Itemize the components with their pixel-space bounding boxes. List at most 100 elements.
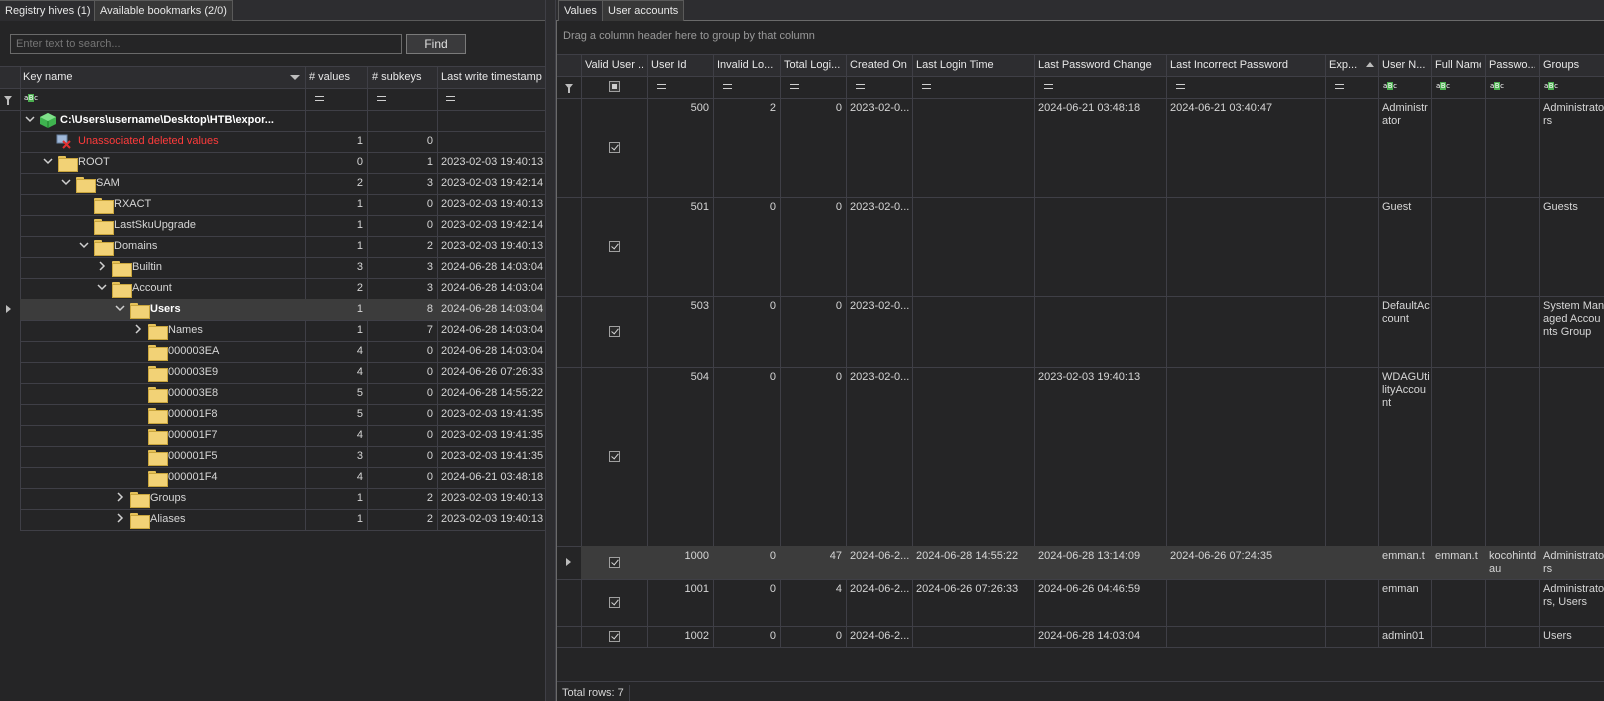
- valid-user-checkbox[interactable]: [609, 451, 620, 462]
- folder-icon: [148, 345, 168, 361]
- values-count: 1: [356, 198, 363, 210]
- key-name: Unassociated deleted values: [78, 135, 219, 147]
- column-filter-dropdown-icon[interactable]: [290, 75, 300, 80]
- tab-registry-hives[interactable]: Registry hives (1): [0, 0, 97, 21]
- equals-filter-icon[interactable]: [446, 96, 455, 101]
- col-header[interactable]: Last Password Change: [1038, 54, 1162, 76]
- last-write-timestamp: 2023-02-03 19:40:13: [441, 198, 544, 210]
- text-filter-icon[interactable]: aBc: [24, 94, 38, 103]
- equals-filter-icon[interactable]: [377, 96, 386, 101]
- user-id: 1002: [684, 630, 709, 642]
- created-on: 2024-06-2...: [850, 630, 910, 642]
- key-name: Users: [150, 303, 181, 315]
- grid-line: [0, 88, 545, 89]
- last-login-time: 2024-06-28 14:55:22: [916, 550, 1019, 562]
- chevron-right-icon[interactable]: [132, 324, 144, 336]
- subkeys-count: 0: [426, 219, 433, 231]
- row-indicator-icon: [6, 305, 11, 313]
- chevron-right-icon[interactable]: [114, 513, 126, 525]
- col-header[interactable]: Last Login Time: [916, 54, 1030, 76]
- total-logins: 0: [835, 630, 842, 642]
- chevron-down-icon[interactable]: [60, 177, 72, 189]
- values-count: 1: [356, 135, 363, 147]
- table-row[interactable]: [581, 367, 1604, 546]
- equals-filter-icon[interactable]: [856, 84, 865, 89]
- col-timestamp[interactable]: Last write timestamp: [441, 66, 542, 88]
- chevron-right-icon[interactable]: [114, 492, 126, 504]
- filter-icon: [565, 84, 573, 93]
- col-header[interactable]: Full Name: [1435, 54, 1481, 76]
- user-name: admin01: [1382, 630, 1425, 642]
- chevron-down-icon[interactable]: [78, 240, 90, 252]
- equals-filter-icon[interactable]: [315, 96, 324, 101]
- find-button[interactable]: Find: [406, 34, 466, 54]
- col-header[interactable]: User N...: [1382, 54, 1427, 76]
- valid-user-checkbox[interactable]: [609, 241, 620, 252]
- last-write-timestamp: 2023-02-03 19:40:13: [441, 156, 544, 168]
- equals-filter-icon[interactable]: [790, 84, 799, 89]
- key-name: C:\Users\username\Desktop\HTB\expor...: [60, 114, 274, 126]
- tab-available-bookmarks[interactable]: Available bookmarks (2/0): [94, 0, 233, 21]
- values-count: 1: [356, 492, 363, 504]
- col-subkeys[interactable]: # subkeys: [372, 66, 422, 88]
- chevron-down-icon[interactable]: [114, 303, 126, 315]
- valid-user-checkbox[interactable]: [609, 631, 620, 642]
- chevron-down-icon[interactable]: [24, 114, 36, 126]
- text-filter-icon[interactable]: aBc: [1544, 82, 1558, 91]
- values-count: 5: [356, 387, 363, 399]
- hive-cube-icon: [40, 113, 56, 128]
- text-filter-icon[interactable]: aBc: [1436, 82, 1450, 91]
- grid-line: [557, 76, 1604, 77]
- subkeys-count: 3: [426, 282, 433, 294]
- panel-splitter[interactable]: [545, 0, 556, 701]
- col-values[interactable]: # values: [309, 66, 350, 88]
- chevron-right-icon[interactable]: [96, 261, 108, 273]
- registry-hives-panel: Registry hives (1) Available bookmarks (…: [0, 0, 545, 701]
- deleted-values-icon: [56, 134, 72, 149]
- text-filter-icon[interactable]: aBc: [1383, 82, 1397, 91]
- tab-values[interactable]: Values: [558, 0, 603, 21]
- col-header[interactable]: Created On: [850, 54, 908, 76]
- col-header[interactable]: Total Logi...: [784, 54, 842, 76]
- last-write-timestamp: 2024-06-28 14:03:04: [441, 261, 544, 273]
- last-password-change: 2024-06-28 13:14:09: [1038, 550, 1141, 562]
- col-header[interactable]: Invalid Lo...: [717, 54, 776, 76]
- equals-filter-icon[interactable]: [1176, 84, 1185, 89]
- full-name: [1431, 579, 1485, 583]
- grid-line: [0, 66, 545, 67]
- search-input[interactable]: [10, 34, 402, 54]
- tab-user-accounts[interactable]: User accounts: [602, 0, 685, 21]
- equals-filter-icon[interactable]: [723, 84, 732, 89]
- valid-user-checkbox[interactable]: [609, 557, 620, 568]
- group-by-hint: Drag a column header here to group by th…: [563, 30, 815, 42]
- text-filter-icon[interactable]: aBc: [1490, 82, 1504, 91]
- groups: Administrators, Users: [1543, 583, 1604, 608]
- col-header[interactable]: Valid User ...: [585, 54, 643, 76]
- last-write-timestamp: 2024-06-28 14:03:04: [441, 324, 544, 336]
- chevron-down-icon[interactable]: [96, 282, 108, 294]
- invalid-logins: 0: [769, 550, 776, 562]
- valid-user-checkbox[interactable]: [609, 326, 620, 337]
- last-write-timestamp: 2024-06-21 03:48:18: [441, 471, 544, 483]
- chevron-down-icon[interactable]: [42, 156, 54, 168]
- equals-filter-icon[interactable]: [1044, 84, 1053, 89]
- equals-filter-icon[interactable]: [922, 84, 931, 89]
- last-write-timestamp: 2023-02-03 19:41:35: [441, 450, 544, 462]
- valid-user-checkbox[interactable]: [609, 597, 620, 608]
- col-header[interactable]: Groups: [1543, 54, 1601, 76]
- subkeys-count: 0: [426, 429, 433, 441]
- equals-filter-icon[interactable]: [657, 84, 666, 89]
- col-header[interactable]: Last Incorrect Password: [1170, 54, 1321, 76]
- user-name: Guest: [1382, 201, 1412, 213]
- valid-user-checkbox[interactable]: [609, 142, 620, 153]
- equals-filter-icon[interactable]: [1335, 84, 1344, 89]
- total-logins: 0: [835, 102, 842, 114]
- values-count: 1: [356, 219, 363, 231]
- col-header[interactable]: User Id: [651, 54, 709, 76]
- checkbox-filter[interactable]: [609, 81, 620, 92]
- col-key-name[interactable]: Key name: [23, 66, 293, 88]
- col-header[interactable]: Passwo...: [1489, 54, 1535, 76]
- created-on: 2023-02-0...: [850, 201, 910, 213]
- values-count: 2: [356, 177, 363, 189]
- grid-line: [20, 530, 545, 531]
